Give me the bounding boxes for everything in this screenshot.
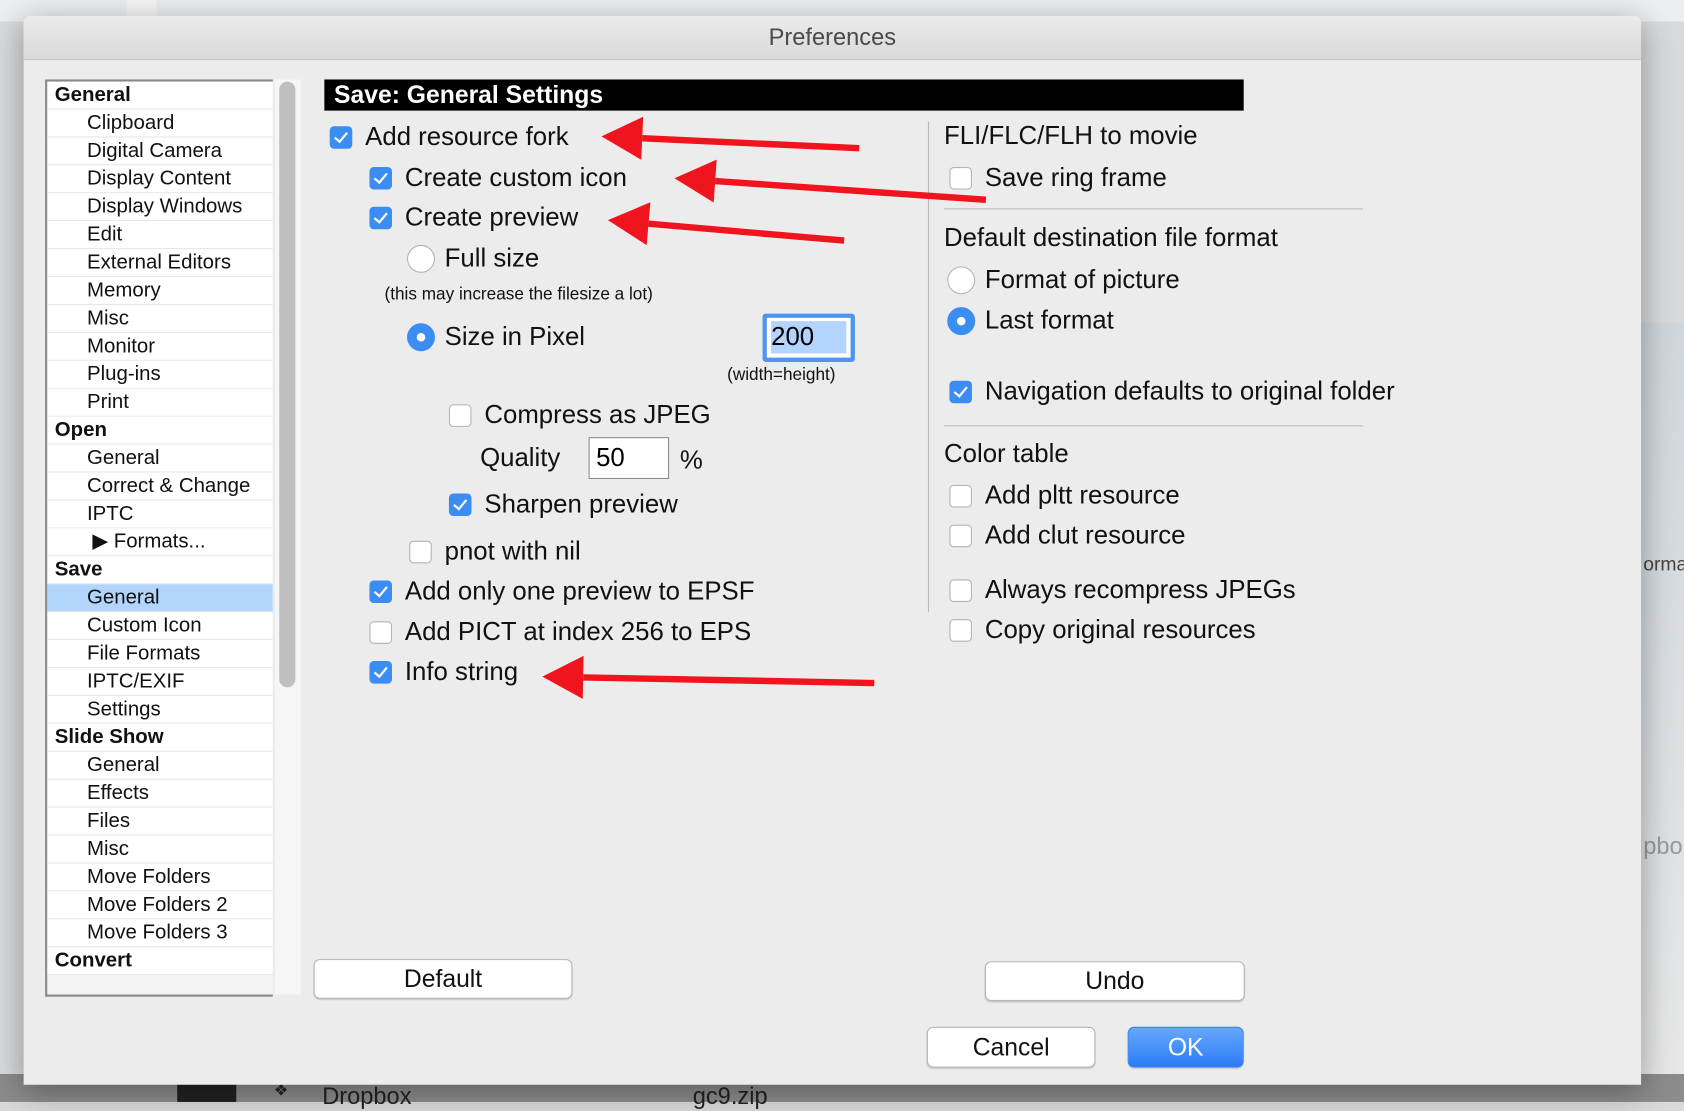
arrow-shaft [642,135,860,152]
arrow-shaft [648,220,845,244]
arrow-head-icon [601,116,644,160]
arrow-shaft [583,674,875,687]
annotation-arrows [542,116,987,699]
arrow-shaft [714,177,987,203]
arrow-head-icon [607,202,651,246]
arrow-head-icon [674,159,717,203]
arrow-head-icon [542,655,584,699]
